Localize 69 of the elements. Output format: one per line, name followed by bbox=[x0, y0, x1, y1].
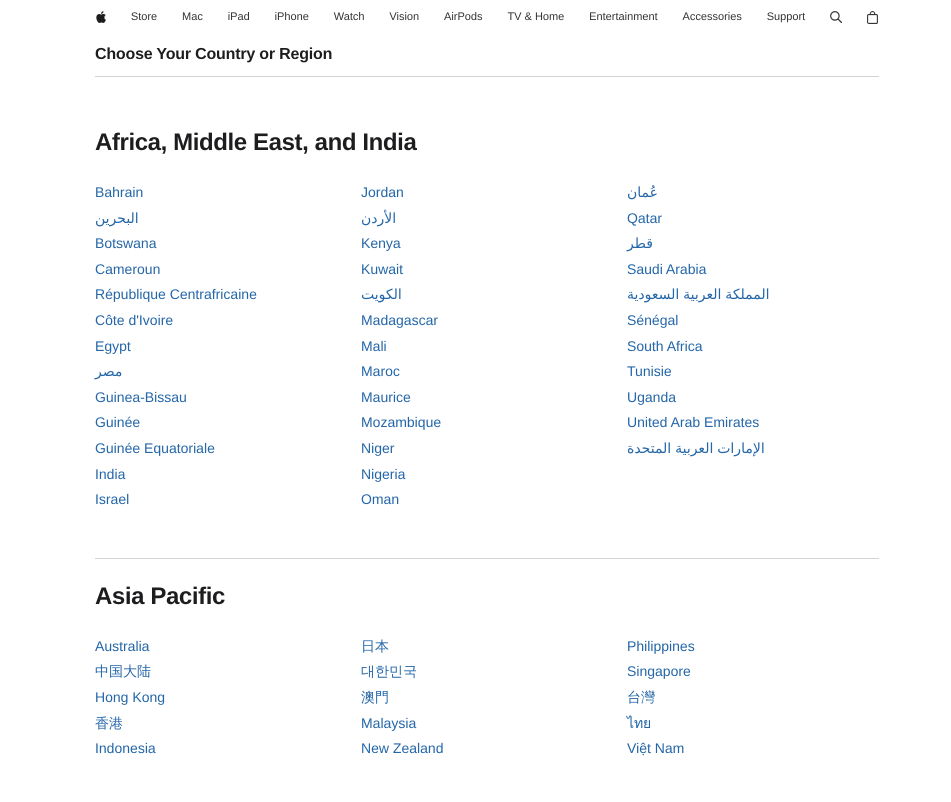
country-link[interactable]: Kuwait bbox=[361, 260, 404, 277]
country-link[interactable]: Việt Nam bbox=[627, 740, 684, 756]
country-link[interactable]: Madagascar bbox=[361, 312, 438, 328]
country-link[interactable]: Saudi Arabia bbox=[627, 260, 706, 277]
country-link[interactable]: ไทย bbox=[627, 714, 651, 730]
country-link[interactable]: Bahrain bbox=[95, 184, 144, 200]
country-link[interactable]: United Arab Emirates bbox=[627, 414, 760, 430]
country-link[interactable]: Indonesia bbox=[95, 740, 156, 756]
country-link[interactable]: Oman bbox=[361, 491, 400, 508]
nav-link[interactable]: Support bbox=[766, 9, 806, 25]
country-link[interactable]: Mali bbox=[361, 338, 387, 354]
country-link[interactable]: 日本 bbox=[361, 638, 389, 654]
country-link[interactable]: Maroc bbox=[361, 363, 400, 380]
country-link[interactable]: 台灣 bbox=[627, 688, 655, 705]
country-link[interactable]: الإمارات العربية المتحدة bbox=[627, 440, 765, 456]
nav-link[interactable]: Entertainment bbox=[589, 9, 658, 25]
country-link[interactable]: Niger bbox=[361, 440, 394, 456]
country-link[interactable]: 대한민국 bbox=[361, 663, 417, 680]
country-link[interactable]: الكويت bbox=[361, 286, 402, 302]
nav-link[interactable]: AirPods bbox=[444, 9, 483, 25]
country-link[interactable]: Malaysia bbox=[361, 714, 416, 730]
country-link[interactable]: 澳門 bbox=[361, 688, 389, 705]
country-link[interactable]: Singapore bbox=[627, 663, 691, 680]
country-link[interactable]: Guinée bbox=[95, 414, 140, 430]
search-icon[interactable] bbox=[830, 11, 842, 23]
page-title: Choose Your Country or Region bbox=[95, 45, 334, 65]
country-link[interactable]: République Centrafricaine bbox=[95, 286, 257, 302]
nav-link[interactable]: Mac bbox=[182, 9, 203, 25]
country-link[interactable]: Guinea-Bissau bbox=[95, 388, 187, 405]
nav-link[interactable]: Watch bbox=[334, 9, 365, 25]
country-link[interactable]: Israel bbox=[95, 491, 130, 508]
country-link[interactable]: Jordan bbox=[361, 184, 404, 200]
apple-icon[interactable] bbox=[96, 11, 106, 23]
nav-link[interactable]: Store bbox=[130, 9, 158, 25]
country-link[interactable]: Botswana bbox=[95, 235, 156, 252]
country-link[interactable]: New Zealand bbox=[361, 740, 444, 756]
country-link[interactable]: 香港 bbox=[95, 714, 123, 730]
nav-link[interactable]: Vision bbox=[389, 9, 420, 25]
nav-link[interactable]: iPad bbox=[228, 9, 250, 25]
country-link[interactable]: India bbox=[95, 466, 126, 482]
country-link[interactable]: Cameroun bbox=[95, 260, 160, 277]
country-link[interactable]: مصر bbox=[95, 363, 122, 380]
country-link[interactable]: Australia bbox=[95, 638, 150, 654]
country-link[interactable]: South Africa bbox=[627, 338, 702, 354]
country-link[interactable]: Nigeria bbox=[361, 466, 406, 482]
country-link[interactable]: قطر bbox=[627, 235, 653, 252]
region-heading: Asia Pacific bbox=[95, 582, 226, 612]
country-link[interactable]: البحرين bbox=[95, 210, 139, 226]
country-link[interactable]: عُمان bbox=[627, 184, 658, 200]
country-link[interactable]: Egypt bbox=[95, 338, 131, 354]
country-link[interactable]: Tunisie bbox=[627, 363, 672, 380]
country-link[interactable]: Sénégal bbox=[627, 312, 678, 328]
country-link[interactable]: Côte d'Ivoire bbox=[95, 312, 174, 328]
country-link[interactable]: Qatar bbox=[627, 210, 662, 226]
country-link[interactable]: Uganda bbox=[627, 388, 676, 405]
country-link[interactable]: Guinée Equatoriale bbox=[95, 440, 215, 456]
bag-icon[interactable] bbox=[866, 10, 878, 24]
country-link[interactable]: Maurice bbox=[361, 388, 411, 405]
country-link[interactable]: Philippines bbox=[627, 638, 695, 654]
country-link[interactable]: Hong Kong bbox=[95, 688, 166, 705]
nav-link[interactable]: Accessories bbox=[682, 9, 742, 25]
country-link[interactable]: الأردن bbox=[361, 210, 396, 226]
nav-link[interactable]: TV & Home bbox=[507, 9, 564, 25]
country-link[interactable]: Kenya bbox=[361, 235, 401, 252]
country-link[interactable]: المملكة العربية السعودية bbox=[627, 286, 770, 302]
country-link[interactable]: 中国大陆 bbox=[95, 663, 151, 680]
region-heading: Africa, Middle East, and India bbox=[95, 128, 418, 158]
nav-link[interactable]: iPhone bbox=[274, 9, 309, 25]
country-link[interactable]: Mozambique bbox=[361, 414, 442, 430]
